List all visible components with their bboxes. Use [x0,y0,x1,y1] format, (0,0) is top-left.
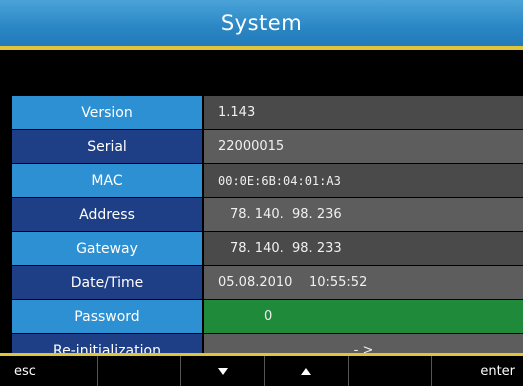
system-screen: System Version 1.143 Serial 22000015 MAC… [0,0,523,386]
row-label: Serial [12,130,202,163]
gateway-value: 78. 140. 98. 233 [204,232,523,265]
serial-value: 22000015 [204,130,523,163]
title-divider [0,46,523,50]
row-address[interactable]: Address 78. 140. 98. 236 [12,198,523,231]
down-button[interactable] [181,356,266,386]
screen-title-bar: System [0,0,523,46]
row-mac[interactable]: MAC 00:0E:6B:04:01:A3 [12,164,523,197]
row-label: MAC [12,164,202,197]
triangle-down-icon [217,367,228,375]
empty-softkey[interactable] [349,356,433,386]
row-label: Address [12,198,202,231]
empty-softkey[interactable] [98,356,182,386]
esc-button[interactable]: esc [0,356,98,386]
password-field[interactable]: 0 [204,300,523,333]
version-value: 1.143 [204,96,523,129]
row-version[interactable]: Version 1.143 [12,96,523,129]
row-label: Version [12,96,202,129]
date-time-value: 05.08.2010 10:55:52 [204,266,523,299]
row-serial[interactable]: Serial 22000015 [12,130,523,163]
settings-table: Version 1.143 Serial 22000015 MAC 00:0E:… [12,96,523,368]
row-password[interactable]: Password 0 [12,300,523,333]
triangle-up-icon [301,367,312,375]
enter-button[interactable]: enter [432,356,523,386]
row-label: Gateway [12,232,202,265]
mac-value: 00:0E:6B:04:01:A3 [204,164,523,197]
row-label: Date/Time [12,266,202,299]
row-gateway[interactable]: Gateway 78. 140. 98. 233 [12,232,523,265]
softkey-bar: esc enter [0,356,523,386]
screen-title: System [220,11,303,35]
row-date-time[interactable]: Date/Time 05.08.2010 10:55:52 [12,266,523,299]
row-label: Password [12,300,202,333]
address-value: 78. 140. 98. 236 [204,198,523,231]
up-button[interactable] [265,356,349,386]
